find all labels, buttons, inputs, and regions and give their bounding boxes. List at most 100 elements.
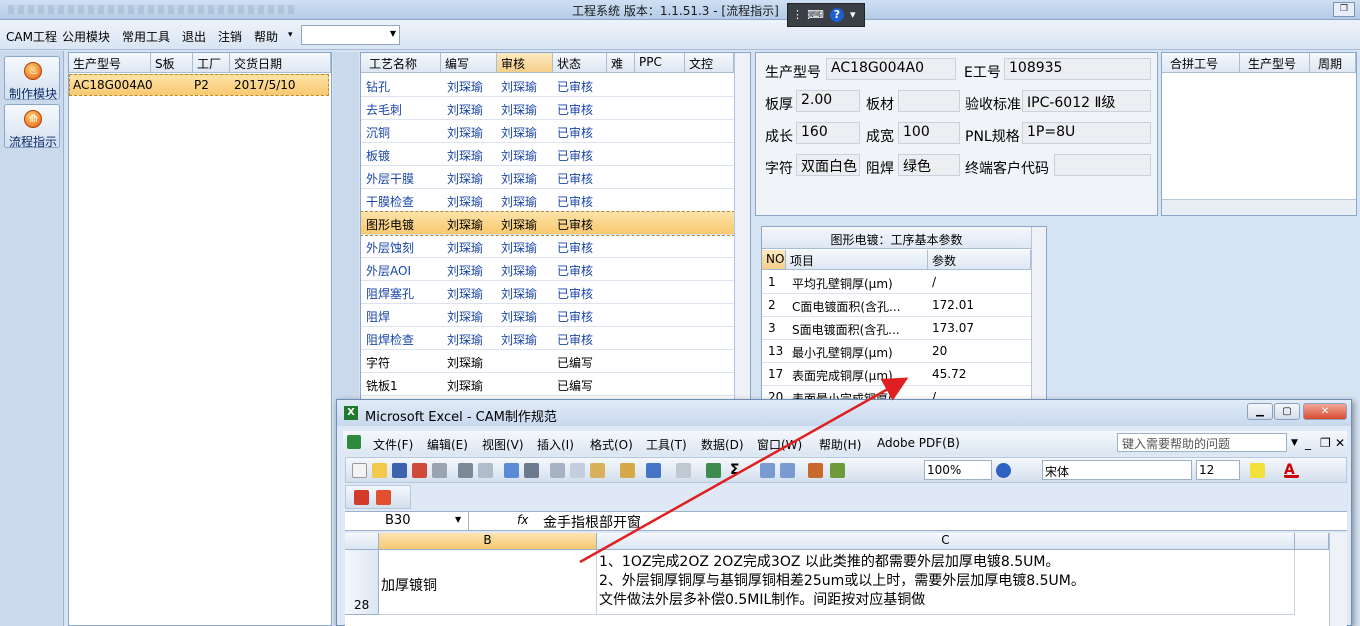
paste-icon[interactable] — [590, 463, 605, 478]
print-icon[interactable] — [458, 463, 473, 478]
corner-header[interactable] — [345, 533, 379, 550]
keyboard-icon[interactable]: ⌨ — [808, 8, 824, 21]
menu-combo[interactable]: ▼ — [301, 25, 400, 45]
restore-icon[interactable]: ❐ — [1320, 436, 1331, 450]
spelling-icon[interactable] — [504, 463, 519, 478]
menu-window[interactable]: 窗口(W) — [757, 436, 802, 453]
hyperlink-icon[interactable] — [706, 463, 721, 478]
menu-data[interactable]: 数据(D) — [701, 436, 744, 453]
chevron-down-icon[interactable]: ▾ — [288, 30, 293, 40]
table-row[interactable]: 阻焊检查 刘琛瑜 刘琛瑜 已审核 — [361, 327, 734, 350]
menu-adobe-pdf[interactable]: Adobe PDF(B) — [877, 436, 960, 450]
menu-logout[interactable]: 注销 — [218, 28, 242, 45]
row-header[interactable]: 28 — [345, 550, 379, 615]
table-row[interactable]: 1 平均孔壁铜厚(μm) / — [762, 271, 1031, 294]
horizontal-scrollbar[interactable] — [1162, 199, 1356, 215]
silk-field[interactable]: 双面白色 — [796, 154, 860, 176]
menu-tools[interactable]: 工具(T) — [646, 436, 687, 453]
save-icon[interactable] — [392, 463, 407, 478]
fill-color-icon[interactable] — [1250, 463, 1265, 478]
chart-icon[interactable] — [808, 463, 823, 478]
font-size-select[interactable]: 12 — [1196, 460, 1240, 480]
close-button[interactable]: ✕ — [1303, 403, 1347, 420]
table-row[interactable]: 去毛刺 刘琛瑜 刘琛瑜 已审核 — [361, 97, 734, 120]
length-field[interactable]: 160 — [796, 122, 860, 144]
zoom-select[interactable]: 100% — [924, 460, 992, 480]
menu-arrow-icon[interactable]: ▾ — [850, 8, 856, 21]
chevron-down-icon[interactable]: ▼ — [455, 515, 461, 524]
format-painter-icon[interactable] — [620, 463, 635, 478]
col-header[interactable]: 难 — [607, 53, 635, 73]
menu-help[interactable]: 帮助(H) — [819, 436, 861, 453]
table-row[interactable]: 字符 刘琛瑜 已编写 — [361, 350, 734, 373]
table-row[interactable]: 外层蚀刻 刘琛瑜 刘琛瑜 已审核 — [361, 235, 734, 258]
col-header[interactable]: 审核 — [497, 53, 553, 73]
menu-common[interactable]: 公用模块 — [62, 28, 110, 45]
table-row[interactable]: 外层AOI 刘琛瑜 刘琛瑜 已审核 — [361, 258, 734, 281]
col-header[interactable]: 工厂 — [193, 53, 230, 73]
table-row[interactable]: 铣板1 刘琛瑜 已编写 — [361, 373, 734, 396]
col-header[interactable]: 工艺名称 — [361, 53, 441, 73]
cell-b28[interactable]: 加厚镀铜 — [379, 550, 597, 615]
autosum-icon[interactable]: Σ — [730, 463, 745, 478]
name-box[interactable]: B30 — [345, 512, 469, 531]
close-icon[interactable]: ✕ — [1335, 436, 1345, 450]
col-header[interactable]: 项目 — [786, 250, 928, 270]
table-row[interactable]: 阻焊塞孔 刘琛瑜 刘琛瑜 已审核 — [361, 281, 734, 304]
col-header[interactable]: 交货日期 — [230, 53, 331, 73]
menu-cam[interactable]: CAM工程 — [6, 28, 57, 45]
pnl-field[interactable]: 1P=8U — [1022, 122, 1151, 144]
thickness-field[interactable]: 2.00 — [796, 90, 860, 112]
maximize-button[interactable]: ▢ — [1274, 403, 1300, 420]
help-icon[interactable] — [996, 463, 1011, 478]
email-icon[interactable] — [432, 463, 447, 478]
permission-icon[interactable] — [412, 463, 427, 478]
table-row[interactable]: 阻焊 刘琛瑜 刘琛瑜 已审核 — [361, 304, 734, 327]
table-row[interactable]: 干膜检查 刘琛瑜 刘琛瑜 已审核 — [361, 189, 734, 212]
fx-icon[interactable]: fx — [517, 513, 528, 527]
help-icon[interactable]: ? — [830, 8, 844, 22]
col-header[interactable]: PPC — [635, 53, 685, 73]
new-icon[interactable] — [352, 463, 367, 478]
sort-desc-icon[interactable] — [780, 463, 795, 478]
menu-file[interactable]: 文件(F) — [373, 436, 413, 453]
table-row[interactable]: 钻孔 刘琛瑜 刘琛瑜 已审核 — [361, 74, 734, 97]
material-field[interactable] — [898, 90, 960, 112]
research-icon[interactable] — [524, 463, 539, 478]
col-header[interactable]: S板 — [151, 53, 193, 73]
help-search-input[interactable]: 键入需要帮助的问题 — [1117, 433, 1287, 452]
menu-exit[interactable]: 退出 — [182, 28, 206, 45]
font-select[interactable]: 宋体 — [1042, 460, 1192, 480]
chevron-down-icon[interactable]: ▼ — [1291, 438, 1298, 448]
col-header[interactable]: 参数 — [928, 250, 1031, 270]
formula-input[interactable]: 金手指根部开窗 — [543, 512, 641, 532]
language-bar[interactable]: ⋮⋮ ⌨ ? ▾ — [787, 3, 865, 27]
pdf-icon[interactable] — [354, 490, 369, 505]
col-header[interactable]: 状态 — [553, 53, 607, 73]
table-row[interactable]: 沉铜 刘琛瑜 刘琛瑜 已审核 — [361, 120, 734, 143]
restore-button[interactable]: ❐ — [1333, 2, 1355, 17]
table-row[interactable]: 外层干膜 刘琛瑜 刘琛瑜 已审核 — [361, 166, 734, 189]
open-icon[interactable] — [372, 463, 387, 478]
col-header[interactable]: 生产型号 — [1240, 53, 1310, 73]
cell-c28[interactable]: 1、1OZ完成2OZ 2OZ完成3OZ 以此类推的都需要外层加厚电镀8.5UM。… — [597, 550, 1295, 615]
minimize-icon[interactable]: _ — [1305, 436, 1311, 450]
menu-format[interactable]: 格式(O) — [590, 436, 633, 453]
preview-icon[interactable] — [478, 463, 493, 478]
scrollbar[interactable] — [1329, 533, 1347, 626]
scrollbar[interactable] — [734, 53, 750, 401]
menu-tools[interactable]: 常用工具 — [122, 28, 170, 45]
col-header[interactable]: 生产型号 — [69, 53, 151, 73]
table-row[interactable]: 2 C面电镀面积(含孔... 172.01 — [762, 294, 1031, 317]
table-row[interactable]: 17 表面完成铜厚(μm) 45.72 — [762, 363, 1031, 386]
table-row[interactable]: 3 S面电镀面积(含孔... 173.07 — [762, 317, 1031, 340]
redo-icon[interactable] — [676, 463, 691, 478]
sort-asc-icon[interactable] — [760, 463, 775, 478]
menu-edit[interactable]: 编辑(E) — [427, 436, 468, 453]
col-header[interactable]: 合拼工号 — [1162, 53, 1240, 73]
pdf-mail-icon[interactable] — [376, 490, 391, 505]
mask-field[interactable]: 绿色 — [898, 154, 960, 176]
col-header[interactable]: 周期 — [1310, 53, 1356, 73]
column-header-c[interactable]: C — [597, 533, 1295, 550]
model-field[interactable]: AC18G004A0 — [826, 58, 956, 80]
